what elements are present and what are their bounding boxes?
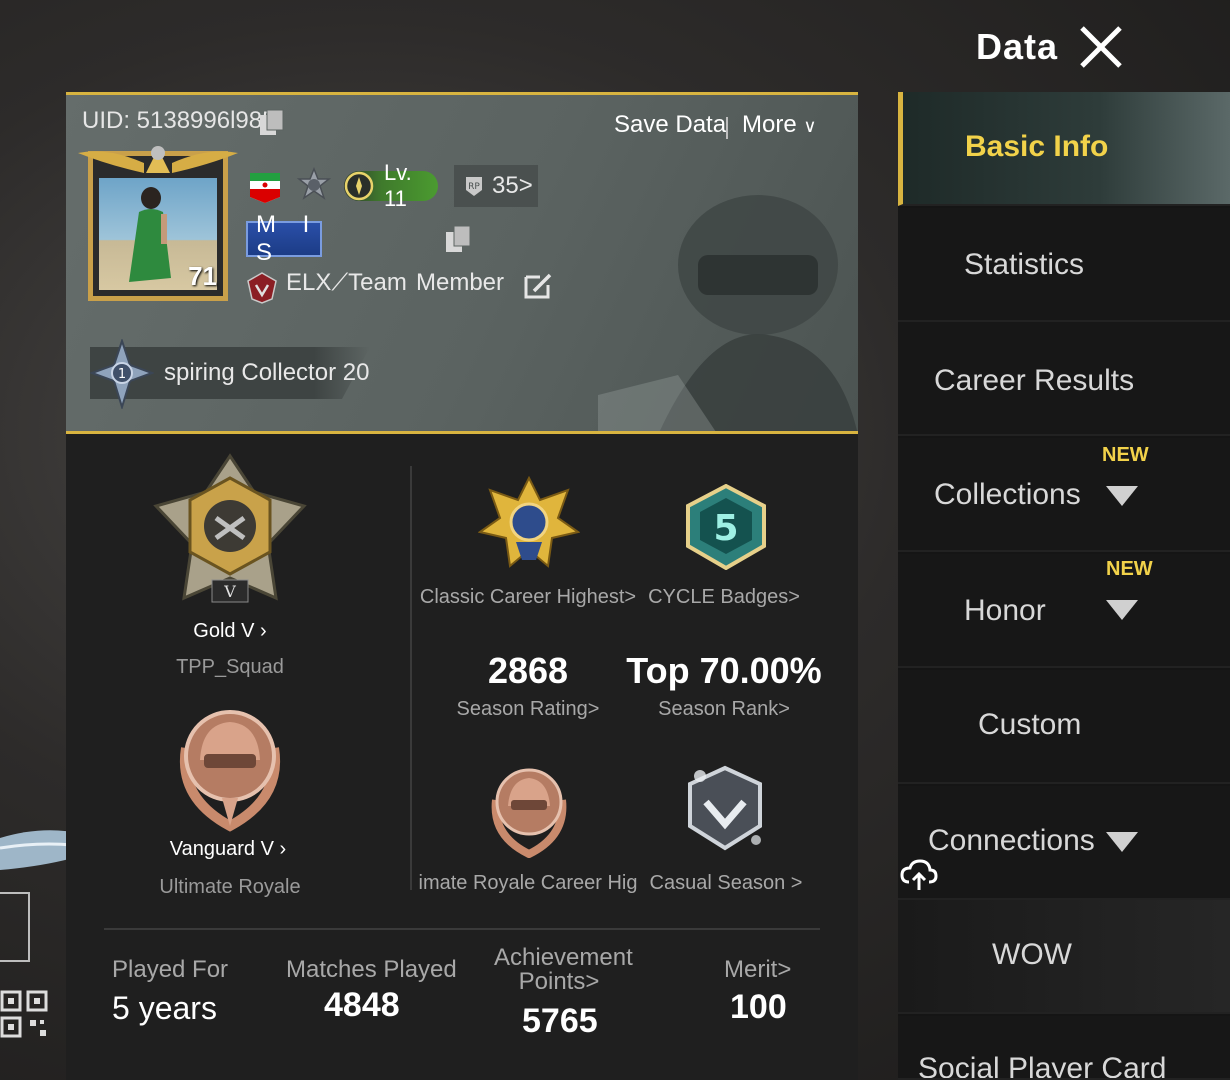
matches-played-label: Matches Played: [286, 956, 457, 983]
season-rating-link[interactable]: Season Rating>: [418, 698, 638, 721]
tab-statistics[interactable]: Statistics: [898, 208, 1230, 322]
close-icon[interactable]: [1076, 22, 1126, 72]
profile-card: UID: 5138996l985 Save Data More ∨ 71 Lv.…: [66, 92, 858, 434]
tab-connections[interactable]: Connections: [898, 786, 1230, 900]
divider: [726, 117, 728, 139]
clan-role: Member: [416, 269, 505, 296]
played-for-label: Played For: [112, 956, 229, 983]
season-rating-value: 2868: [487, 650, 569, 691]
tpp-mode-label: TPP_Squad: [176, 656, 284, 678]
tab-label: Custom: [978, 708, 1082, 741]
classic-career-highest-link[interactable]: Classic Career Highest>: [418, 586, 638, 609]
achievement-label-line2: Points>: [518, 968, 600, 995]
played-for-value: 5 years: [112, 990, 217, 1026]
cloud-upload-icon[interactable]: [900, 858, 938, 892]
ur-mode-label: Ultimate Royale: [159, 876, 301, 898]
more-label: More: [742, 111, 797, 138]
tab-social-player-card[interactable]: Social Player Card: [898, 1016, 1230, 1080]
tab-label: Statistics: [964, 248, 1085, 281]
chevron-down-icon: ∨: [803, 116, 817, 136]
merit-link[interactable]: Merit>: [724, 956, 791, 984]
cycle-badges-link[interactable]: CYCLE Badges>: [614, 586, 834, 609]
frame-wings-icon: [78, 146, 238, 173]
tab-collections[interactable]: NEW Collections: [898, 438, 1230, 552]
compass-icon: [344, 171, 374, 201]
more-dropdown[interactable]: More ∨: [742, 111, 817, 139]
casual-season-icon[interactable]: [680, 762, 770, 854]
clan-emblem-icon: [247, 272, 277, 304]
clan-tag-badge: M I S: [246, 211, 322, 266]
tab-honor[interactable]: NEW Honor: [898, 554, 1230, 668]
avatar-level: 71: [188, 261, 217, 291]
stats-divider: [104, 928, 820, 930]
new-badge: NEW: [1106, 558, 1153, 580]
qr-code-icon[interactable]: [0, 990, 48, 1038]
iran-flag-icon: [250, 173, 280, 203]
svg-text:1: 1: [118, 367, 126, 382]
tier-emblem-icon: [296, 167, 332, 200]
tab-basic-info[interactable]: Basic Info: [898, 92, 1230, 206]
ur-tier-text: Vanguard V: [169, 838, 274, 860]
svg-text:RP: RP: [468, 182, 480, 192]
cycle-badge-icon[interactable]: 5: [684, 484, 768, 570]
copy-icon[interactable]: [442, 223, 476, 255]
classic-career-highest-icon[interactable]: [478, 476, 580, 572]
chevron-down-icon: [1106, 832, 1138, 852]
merit-value: 100: [730, 988, 787, 1026]
tab-label: WOW: [992, 938, 1072, 971]
page-title: Data: [976, 26, 1059, 67]
matches-played-value: 4848: [324, 986, 400, 1024]
chevron-right-icon: ›: [279, 838, 287, 860]
vanguard-v-tier-icon[interactable]: [168, 698, 292, 832]
tab-career-results[interactable]: Career Results: [898, 322, 1230, 436]
player-title: spiring Collector 20: [164, 359, 370, 386]
edit-icon[interactable]: [522, 269, 554, 301]
tab-label: Social Player Card: [918, 1052, 1167, 1080]
new-badge: NEW: [1102, 444, 1149, 466]
collector-title-icon: 1: [90, 339, 154, 409]
ur-tier-label[interactable]: Vanguard V ›: [128, 838, 328, 861]
cycle-number: 5: [713, 508, 738, 549]
chevron-down-icon: [1106, 486, 1138, 506]
gold-v-tier-icon[interactable]: V: [150, 452, 310, 608]
uid-text: UID: 5138996l985: [82, 107, 276, 134]
ur-career-highest-link[interactable]: imate Royale Career Hig: [418, 872, 638, 895]
save-data-button[interactable]: Save Data: [614, 111, 726, 139]
tab-label: Collections: [934, 478, 1081, 511]
achievement-points-value: 5765: [522, 1002, 598, 1040]
column-divider: [410, 466, 412, 890]
tpp-tier-text: Gold V: [193, 620, 255, 642]
casual-season-link[interactable]: Casual Season >: [616, 872, 836, 895]
copy-uid-icon[interactable]: [256, 107, 288, 139]
tab-label: Career Results: [934, 364, 1135, 397]
ur-career-highest-icon[interactable]: [484, 760, 574, 858]
tab-label: Honor: [964, 594, 1046, 627]
tab-wow[interactable]: WOW: [898, 900, 1230, 1014]
soldier-helmet-art: [598, 195, 857, 431]
tab-label: Basic Info: [965, 130, 1109, 163]
royale-pass-icon: RP: [466, 177, 482, 196]
chevron-right-icon: ›: [260, 620, 267, 642]
tab-custom[interactable]: Custom: [898, 670, 1230, 784]
tpp-tier-label[interactable]: Gold V ›: [130, 620, 330, 643]
side-item-box[interactable]: [0, 892, 30, 962]
tab-label: Connections: [928, 824, 1095, 857]
clan-name[interactable]: ELX⟋Team: [286, 269, 407, 297]
chevron-down-icon: [1106, 600, 1138, 620]
achievement-points-label[interactable]: Achievement Points>: [494, 944, 633, 996]
season-rank-link[interactable]: Season Rank>: [614, 698, 834, 721]
svg-text:V: V: [223, 582, 236, 601]
season-rank-value: Top 70.00%: [626, 650, 822, 691]
